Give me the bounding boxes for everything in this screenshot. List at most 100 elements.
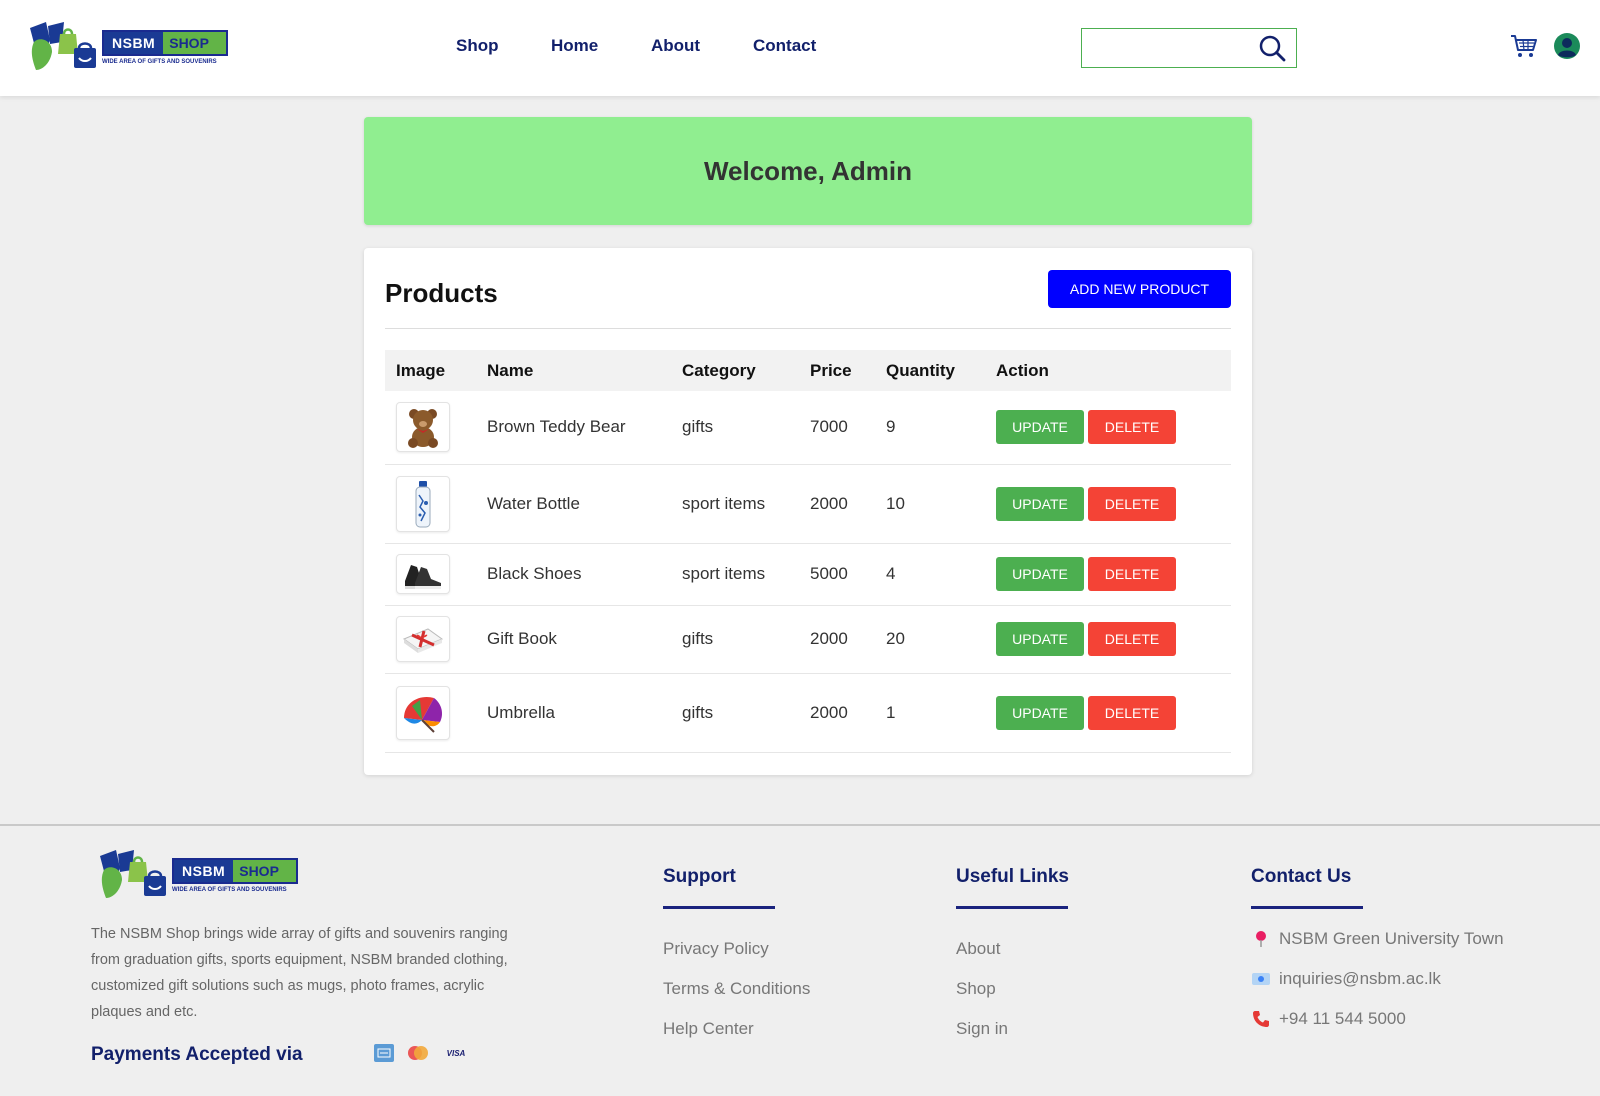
payments-label: Payments Accepted via (91, 1044, 303, 1065)
payment-methods: VISA (374, 1044, 470, 1062)
update-button[interactable]: UPDATE (996, 557, 1084, 591)
product-quantity: 20 (875, 605, 985, 674)
footer-sign-in-link[interactable]: Sign in (956, 1019, 1069, 1039)
row-actions: UPDATE DELETE (985, 543, 1231, 606)
visa-icon: VISA (446, 1048, 466, 1058)
shoes-image (396, 554, 450, 594)
product-category: gifts (671, 673, 799, 753)
nav-link-contact[interactable]: Contact (753, 36, 816, 56)
row-actions: UPDATE DELETE (985, 673, 1231, 753)
nav-link-home[interactable]: Home (551, 36, 598, 56)
welcome-banner: Welcome, Admin (364, 117, 1252, 225)
table-row: Black Shoes sport items 5000 4 UPDATE DEL… (385, 543, 1231, 606)
welcome-heading: Welcome, Admin (703, 155, 913, 186)
product-category: gifts (671, 391, 799, 465)
support-heading: Support (663, 866, 736, 887)
phone-icon (1251, 1009, 1271, 1029)
delete-button[interactable]: DELETE (1088, 557, 1176, 591)
product-price: 2000 (799, 605, 875, 674)
row-actions: UPDATE DELETE (985, 464, 1231, 544)
product-quantity: 9 (875, 391, 985, 465)
useful-links-column: Useful Links About Shop Sign in (956, 866, 1069, 1039)
contact-phone-text[interactable]: +94 11 544 5000 (1279, 1009, 1406, 1029)
umbrella-image (396, 685, 450, 740)
column-header-name: Name (487, 360, 534, 380)
update-button[interactable]: UPDATE (996, 486, 1084, 521)
product-name: Water Bottle (476, 464, 671, 544)
column-header-quantity: Quantity (886, 360, 955, 380)
logo-badge: NSBM SHOP (172, 858, 298, 884)
footer-description: The NSBM Shop brings wide array of gifts… (91, 926, 508, 1020)
delete-button[interactable]: DELETE (1088, 695, 1176, 730)
column-header-action: Action (996, 360, 1049, 380)
product-quantity: 1 (875, 673, 985, 753)
product-category: sport items (671, 543, 799, 606)
table-row: Brown Teddy Bear gifts 7000 9 UPDATE DELE… (385, 391, 1231, 465)
search-input[interactable] (1082, 29, 1252, 65)
contact-email[interactable]: inquiries@nsbm.ac.lk (1251, 969, 1504, 989)
nav-link-shop[interactable]: Shop (456, 36, 499, 56)
search-icon[interactable] (1258, 34, 1286, 62)
products-title: Products (385, 278, 498, 308)
product-category: sport items (671, 464, 799, 544)
logo-badge-right: SHOP (239, 863, 279, 879)
contact-address-text: NSBM Green University Town (1279, 929, 1504, 948)
terms-conditions-link[interactable]: Terms & Conditions (663, 979, 810, 999)
contact-column: Contact Us NSBM Green University Town in… (1251, 866, 1504, 1029)
support-column: Support Privacy Policy Terms & Condition… (663, 866, 810, 1039)
update-button[interactable]: UPDATE (996, 410, 1084, 445)
column-header-image: Image (396, 360, 446, 380)
product-price: 2000 (799, 464, 875, 544)
product-price: 7000 (799, 391, 875, 465)
gift-book-image (396, 616, 450, 662)
contact-phone[interactable]: +94 11 544 5000 (1251, 1009, 1504, 1029)
row-actions: UPDATE DELETE (985, 605, 1231, 674)
delete-button[interactable]: DELETE (1088, 410, 1176, 445)
useful-links-heading: Useful Links (956, 866, 1069, 887)
column-header-price: Price (810, 360, 852, 380)
site-logo[interactable]: NSBM SHOP WIDE AREA OF GIFTS AND SOUVENI… (26, 20, 230, 72)
add-new-product-button[interactable]: ADD NEW PRODUCT (1048, 270, 1231, 308)
delete-button[interactable]: DELETE (1088, 622, 1176, 656)
site-footer: NSBM SHOP WIDE AREA OF GIFTS AND SOUVENI… (0, 824, 1600, 1096)
update-button[interactable]: UPDATE (996, 622, 1084, 656)
site-header: NSBM SHOP WIDE AREA OF GIFTS AND SOUVENI… (0, 0, 1600, 96)
footer-logo[interactable]: NSBM SHOP WIDE AREA OF GIFTS AND SOUVENI… (96, 848, 300, 900)
logo-badge-left: NSBM (174, 860, 234, 882)
location-pin-icon (1251, 929, 1271, 949)
row-actions: UPDATE DELETE (985, 391, 1231, 465)
table-header-row: Image Name Category Price Quantity Actio… (385, 350, 1231, 391)
logo-badge-right: SHOP (169, 35, 209, 51)
table-row: Gift Book gifts 2000 20 UPDATE DELETE (385, 605, 1231, 674)
search-box (1081, 28, 1297, 68)
footer-shop-link[interactable]: Shop (956, 979, 1069, 999)
user-icon[interactable] (1553, 32, 1581, 60)
table-row: Water Bottle sport items 2000 10 UPDATE D… (385, 464, 1231, 544)
products-table: Image Name Category Price Quantity Actio… (385, 350, 1231, 753)
column-header-category: Category (682, 360, 756, 380)
cart-icon[interactable] (1510, 33, 1538, 59)
products-card: Products ADD NEW PRODUCT Image Name Cate… (364, 248, 1252, 775)
update-button[interactable]: UPDATE (996, 695, 1084, 730)
privacy-policy-link[interactable]: Privacy Policy (663, 939, 810, 959)
divider (385, 328, 1231, 329)
product-name: Gift Book (476, 605, 671, 674)
product-name: Brown Teddy Bear (476, 391, 671, 465)
contact-heading: Contact Us (1251, 866, 1352, 887)
product-category: gifts (671, 605, 799, 674)
product-price: 2000 (799, 673, 875, 753)
help-center-link[interactable]: Help Center (663, 1019, 810, 1039)
logo-badge-left: NSBM (104, 32, 164, 54)
heading-underline (663, 906, 775, 909)
water-bottle-image (396, 475, 450, 532)
product-price: 5000 (799, 543, 875, 606)
contact-email-text[interactable]: inquiries@nsbm.ac.lk (1279, 969, 1441, 989)
product-quantity: 10 (875, 464, 985, 544)
delete-button[interactable]: DELETE (1088, 486, 1176, 521)
mastercard-icon (404, 1044, 432, 1062)
heading-underline (1251, 906, 1363, 909)
footer-about-link[interactable]: About (956, 939, 1069, 959)
email-icon (1251, 969, 1271, 989)
logo-mark-icon (30, 22, 96, 70)
nav-link-about[interactable]: About (651, 36, 700, 56)
